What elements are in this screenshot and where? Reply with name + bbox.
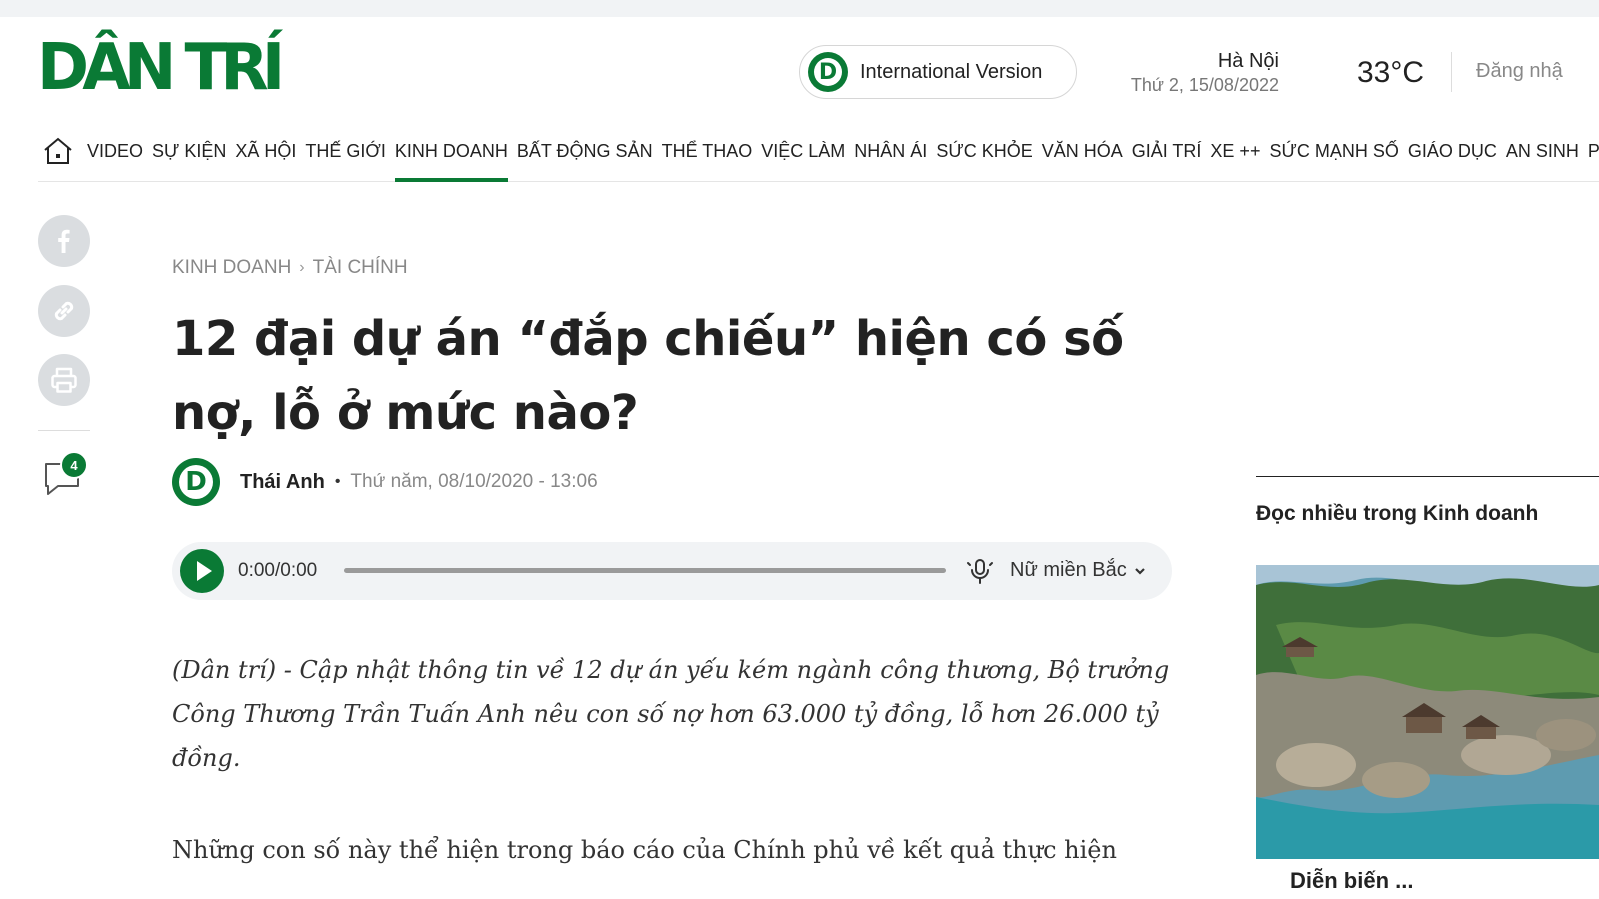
nav-item[interactable]: SỰ KIỆN: [152, 141, 226, 181]
nav-item[interactable]: KINH DOANH: [394, 141, 508, 182]
nav-item[interactable]: SỨC MẠNH SỐ: [1269, 141, 1398, 181]
facebook-share-button[interactable]: [38, 215, 90, 267]
author-avatar: D: [172, 458, 220, 506]
nav-item[interactable]: XE ++: [1210, 141, 1260, 181]
temperature: 33°C: [1357, 56, 1425, 89]
nav-item[interactable]: NHÂN ÁI: [854, 141, 927, 181]
nav-item[interactable]: THỂ THAO: [662, 141, 753, 181]
comment-count-badge: 4: [60, 451, 88, 479]
copy-link-button[interactable]: [38, 285, 90, 337]
article-lead: (Dân trí) - Cập nhật thông tin về 12 dự …: [172, 656, 1170, 772]
voice-select[interactable]: Nữ miền Bắc: [1010, 559, 1147, 582]
audio-progress-bar[interactable]: [344, 568, 946, 573]
nav-items: VIDEO SỰ KIỆN XÃ HỘI THẾ GIỚI KINH DOANH BẤT …: [87, 141, 1599, 182]
nav-item[interactable]: VIỆC LÀM: [761, 141, 845, 181]
breadcrumb-kinh-doanh[interactable]: KINH DOANH: [172, 257, 291, 279]
voice-label: Nữ miền Bắc: [1010, 559, 1127, 581]
print-icon: [51, 367, 77, 393]
audio-time: 0:00/0:00: [238, 560, 318, 581]
chevron-right-icon: ›: [299, 259, 305, 276]
nav-item[interactable]: BẤT ĐỘNG SẢN: [517, 141, 653, 181]
publish-date: Thứ năm, 08/10/2020 - 13:06: [350, 471, 598, 492]
island-photo: [1256, 565, 1599, 859]
article-title: 12 đại dự án “đắp chiếu” hiện có số nợ, …: [172, 311, 1124, 441]
intl-label: International Version: [860, 60, 1043, 83]
sidebar-story-caption[interactable]: Diễn biến ...: [1290, 868, 1413, 894]
microphone-icon: [967, 559, 993, 584]
sidebar-story-image[interactable]: [1256, 565, 1599, 859]
nav-item[interactable]: GIÁO DỤC: [1408, 141, 1497, 181]
nav-item[interactable]: AN SINH: [1506, 141, 1579, 181]
meta-dot: •: [334, 473, 341, 490]
author-name[interactable]: Thái Anh: [240, 471, 325, 494]
sidebar-rule: [1256, 476, 1599, 477]
link-icon: [54, 301, 74, 321]
facebook-icon: [58, 229, 70, 253]
international-version-button[interactable]: D International Version: [799, 45, 1077, 99]
current-date: Thứ 2, 15/08/2022: [1130, 75, 1279, 95]
play-button[interactable]: [180, 549, 224, 593]
intl-logo-icon: D: [808, 52, 848, 92]
breadcrumb: KINH DOANH › TÀI CHÍNH: [172, 257, 408, 279]
audio-player: 0:00/0:00 Nữ miền Bắc: [172, 542, 1172, 600]
nav-item[interactable]: THẾ GIỚI: [305, 141, 385, 181]
dantri-logo[interactable]: DÂN TRÍ: [37, 36, 285, 100]
nav-item[interactable]: PH: [1588, 141, 1599, 181]
nav-item[interactable]: SỨC KHỎE: [936, 141, 1032, 181]
login-link[interactable]: Đăng nhậ: [1476, 60, 1563, 83]
home-icon[interactable]: [42, 135, 74, 167]
nav-item[interactable]: VĂN HÓA: [1042, 141, 1123, 181]
top-strip: [0, 0, 1599, 17]
breadcrumb-tai-chinh[interactable]: TÀI CHÍNH: [313, 257, 408, 279]
location-date: Hà Nội Thứ 2, 15/08/2022: [1100, 50, 1279, 96]
print-button[interactable]: [38, 354, 90, 406]
nav-item[interactable]: GIẢI TRÍ: [1132, 141, 1202, 181]
chevron-down-icon: [1134, 567, 1145, 575]
nav-item[interactable]: XÃ HỘI: [235, 141, 296, 181]
sidebar-heading: Đọc nhiều trong Kinh doanh: [1256, 502, 1539, 525]
share-divider: [38, 430, 90, 431]
nav-item[interactable]: VIDEO: [87, 141, 143, 181]
header-divider: [1451, 52, 1452, 92]
article-body-paragraph: Những con số này thể hiện trong báo cáo …: [172, 836, 1117, 864]
author-line: D Thái Anh • Thứ năm, 08/10/2020 - 13:06: [172, 458, 598, 506]
city-name: Hà Nội: [1217, 50, 1279, 72]
main-nav: VIDEO SỰ KIỆN XÃ HỘI THẾ GIỚI KINH DOANH BẤT …: [38, 130, 1599, 182]
